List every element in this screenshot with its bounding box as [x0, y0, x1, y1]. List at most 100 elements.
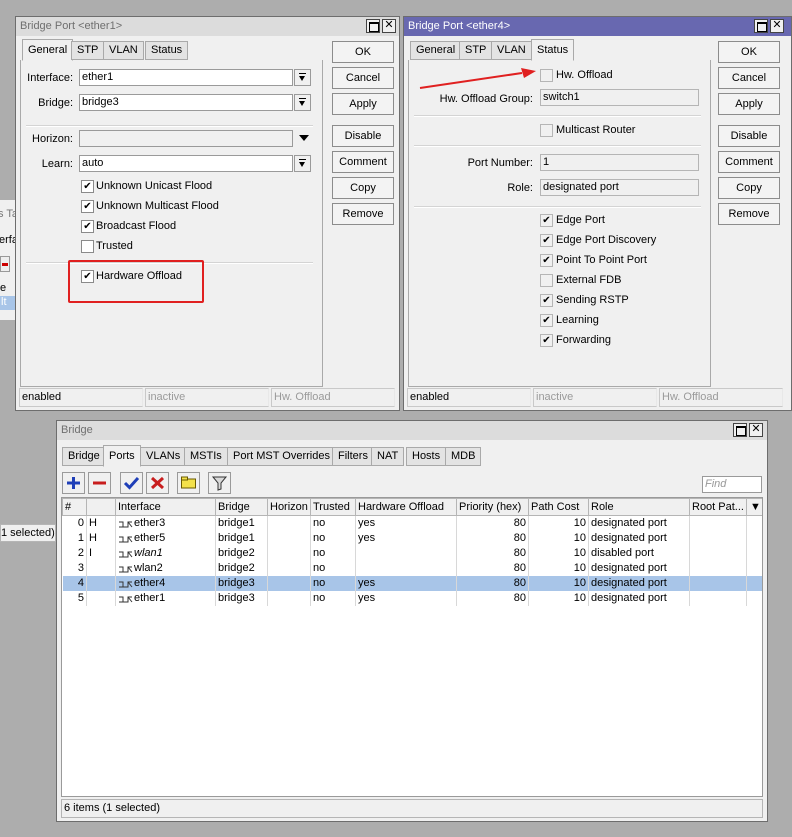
ok-button[interactable]: OK: [332, 41, 394, 63]
row-role: disabled port: [588, 546, 690, 561]
table-row[interactable]: 0 Hether3 bridge1 no yes 80 10 designated port: [62, 515, 762, 531]
status-hw-offload: Hw. Offload: [659, 388, 783, 407]
row-hardware-offload: yes: [355, 531, 457, 546]
col-role[interactable]: Role: [588, 498, 690, 516]
comment-icon: [181, 476, 196, 489]
col-horizon[interactable]: Horizon: [267, 498, 311, 516]
trusted-label: Trusted: [96, 240, 133, 252]
divider: [414, 115, 701, 117]
table-row[interactable]: 4 ether4 bridge3 no yes 80 10 designated port: [62, 576, 762, 591]
col-num[interactable]: #: [62, 498, 87, 516]
tab-status[interactable]: Status: [145, 41, 189, 60]
learn-dropdown-icon[interactable]: [294, 155, 311, 172]
close-icon[interactable]: ✕: [770, 19, 784, 33]
ports-table-container: # Interface Bridge Horizon Trusted Hardw…: [61, 497, 763, 797]
tab-mdb[interactable]: MDB: [445, 447, 482, 466]
table-row[interactable]: 5 ether1 bridge3 no yes 80 10 designated port: [62, 591, 762, 606]
remove-button[interactable]: Remove: [332, 203, 394, 225]
broadcast-flood-checkbox[interactable]: ✔: [81, 220, 94, 233]
col-flags[interactable]: [86, 498, 116, 516]
col-root-path[interactable]: Root Pat...: [689, 498, 747, 516]
cancel-button[interactable]: Cancel: [332, 67, 394, 89]
point-to-point-port-checkbox: ✔: [540, 254, 553, 267]
interface-icon: [118, 519, 133, 528]
apply-button[interactable]: Apply: [718, 93, 780, 115]
ok-button[interactable]: OK: [718, 41, 780, 63]
unknown-multicast-flood-checkbox[interactable]: ✔: [81, 200, 94, 213]
interface-name: ether3: [134, 517, 166, 529]
background-remove-button: [0, 256, 10, 272]
disable-item-button[interactable]: [146, 472, 169, 494]
tab-stp[interactable]: STP: [459, 41, 493, 60]
tab-vlan[interactable]: VLAN: [103, 41, 144, 60]
table-row[interactable]: 1 Hether5 bridge1 no yes 80 10 designated port: [62, 531, 762, 546]
comment-button[interactable]: Comment: [718, 151, 780, 173]
row-interface: wlan2: [115, 561, 216, 576]
remove-item-button[interactable]: [88, 472, 111, 494]
bridge-dropdown-icon[interactable]: [294, 94, 311, 111]
tab-vlan[interactable]: VLAN: [491, 41, 532, 60]
copy-button[interactable]: Copy: [332, 177, 394, 199]
divider: [26, 125, 313, 127]
row-priority: 80: [456, 591, 529, 606]
comment-item-button[interactable]: [177, 472, 200, 494]
row-trusted: no: [310, 561, 356, 576]
maximize-icon[interactable]: [754, 19, 768, 33]
tab-ports[interactable]: Ports: [103, 445, 141, 467]
tab-mstis[interactable]: MSTIs: [184, 447, 228, 466]
copy-button[interactable]: Copy: [718, 177, 780, 199]
status-enabled: enabled: [407, 388, 531, 407]
add-button[interactable]: [62, 472, 85, 494]
col-trusted[interactable]: Trusted: [310, 498, 356, 516]
col-bridge[interactable]: Bridge: [215, 498, 268, 516]
maximize-icon[interactable]: [733, 423, 747, 437]
horizon-field[interactable]: [79, 130, 293, 147]
row-bridge: bridge3: [215, 576, 268, 591]
tab-port-mst-overrides[interactable]: Port MST Overrides: [227, 447, 336, 466]
interface-name: wlan1: [134, 547, 163, 559]
filter-button[interactable]: [208, 472, 231, 494]
status-inactive: inactive: [145, 388, 269, 407]
row-flag: H: [86, 515, 116, 531]
disable-button[interactable]: Disable: [718, 125, 780, 147]
column-menu-icon[interactable]: ▼: [746, 498, 762, 516]
row-number: 2: [62, 546, 87, 561]
row-filler: [746, 546, 762, 561]
horizon-dropdown-icon[interactable]: [299, 133, 309, 143]
remove-button[interactable]: Remove: [718, 203, 780, 225]
table-row[interactable]: 2 Iwlan1 bridge2 no 80 10 disabled port: [62, 546, 762, 561]
maximize-icon[interactable]: [366, 19, 380, 33]
col-priority[interactable]: Priority (hex): [456, 498, 529, 516]
tab-vlans[interactable]: VLANs: [140, 447, 187, 466]
comment-button[interactable]: Comment: [332, 151, 394, 173]
enable-button[interactable]: [120, 472, 143, 494]
close-icon[interactable]: ✕: [749, 423, 763, 437]
disable-button[interactable]: Disable: [332, 125, 394, 147]
interface-dropdown-icon[interactable]: [294, 69, 311, 86]
tab-nat[interactable]: NAT: [371, 447, 405, 466]
learn-field[interactable]: auto: [79, 155, 293, 172]
tab-stp[interactable]: STP: [71, 41, 105, 60]
tab-status[interactable]: Status: [531, 39, 575, 61]
tab-general[interactable]: General: [22, 39, 74, 61]
col-hardware-offload[interactable]: Hardware Offload: [355, 498, 457, 516]
col-interface[interactable]: Interface: [115, 498, 216, 516]
tab-general[interactable]: General: [410, 41, 462, 60]
tab-bridge[interactable]: Bridge: [62, 447, 106, 466]
row-role: designated port: [588, 576, 690, 591]
interface-name: ether4: [134, 577, 166, 589]
col-path-cost[interactable]: Path Cost: [528, 498, 589, 516]
apply-button[interactable]: Apply: [332, 93, 394, 115]
unknown-unicast-flood-checkbox[interactable]: ✔: [81, 180, 94, 193]
close-icon[interactable]: ✕: [382, 19, 396, 33]
cancel-button[interactable]: Cancel: [718, 67, 780, 89]
find-input[interactable]: Find: [702, 476, 762, 493]
learn-label: Learn:: [41, 158, 73, 170]
table-row[interactable]: 3 wlan2 bridge2 no 80 10 designated port: [62, 561, 762, 576]
multicast-router-checkbox: [540, 124, 553, 137]
trusted-checkbox[interactable]: [81, 240, 94, 253]
bridge-field[interactable]: bridge3: [79, 94, 293, 111]
tab-filters[interactable]: Filters: [332, 447, 374, 466]
interface-field[interactable]: ether1: [79, 69, 293, 86]
tab-hosts[interactable]: Hosts: [406, 447, 447, 466]
